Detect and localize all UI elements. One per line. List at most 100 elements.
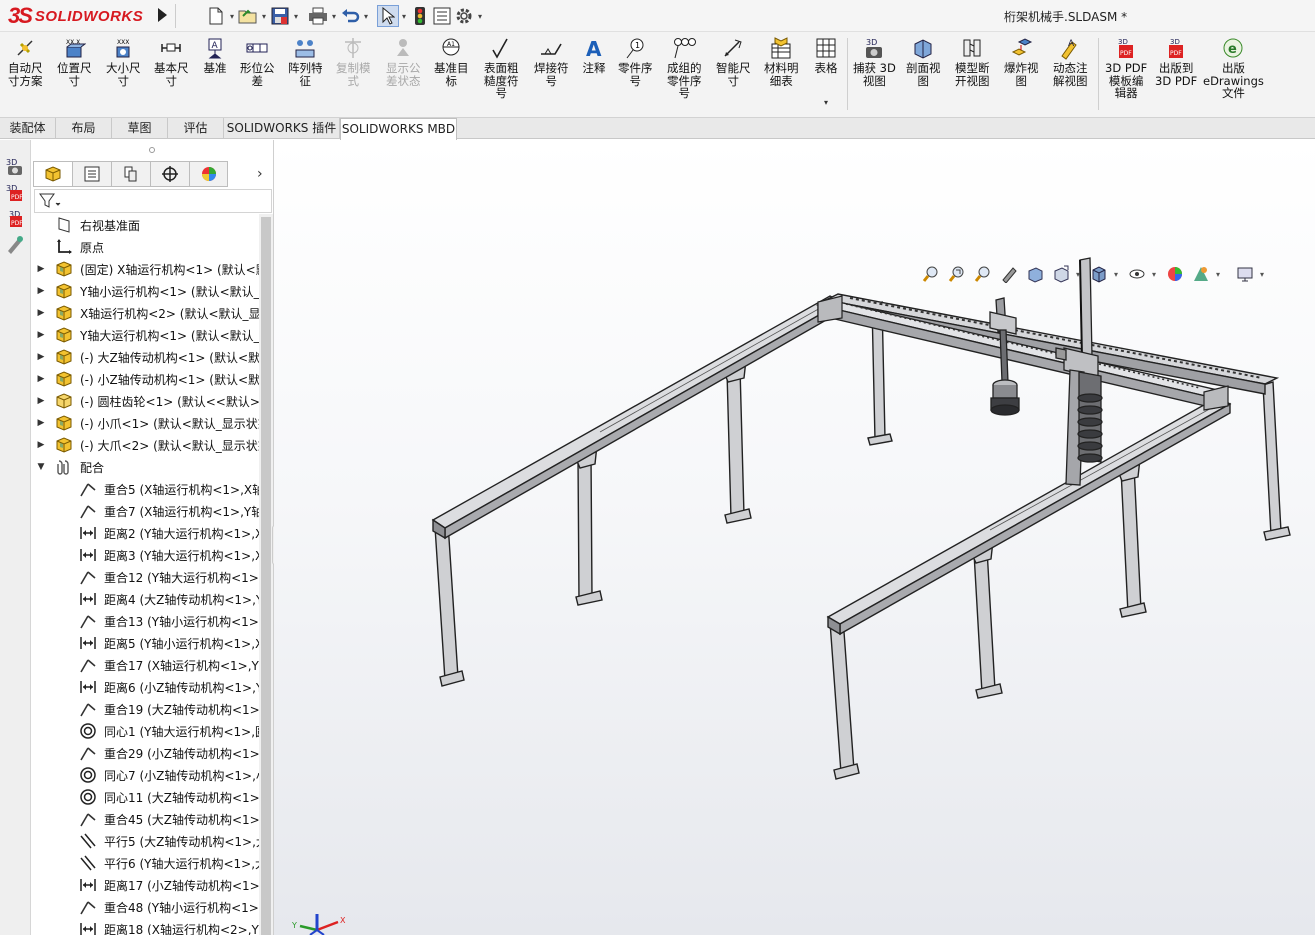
new-icon[interactable] <box>205 5 227 27</box>
ribbon-cmd-weld-symbol[interactable]: 焊接符 号 <box>534 36 569 87</box>
ribbon-cmd-location-dimension[interactable]: XX.X 位置尺 寸 <box>57 36 92 87</box>
ribbon-cmd-capture-3d-view[interactable]: 3D 捕获 3D 视图 <box>853 36 896 87</box>
print-icon[interactable] <box>307 5 329 27</box>
apply-scene-icon[interactable] <box>1190 264 1212 284</box>
save-icon[interactable] <box>269 5 291 27</box>
new-dropdown-icon[interactable]: ▾ <box>227 12 237 21</box>
table-dropdown-icon[interactable]: ▾ <box>824 98 828 107</box>
mate-item[interactable]: 重合5 (X轴运行机构<1>,X轴 <box>31 478 259 500</box>
featuremanager-tree-icon[interactable] <box>33 161 72 187</box>
expand-arrow-icon[interactable]: ▶ <box>36 418 46 428</box>
3d-pdf-icon[interactable]: 3D PDF <box>4 181 26 203</box>
expand-arrow-icon[interactable]: ▶ <box>36 396 46 406</box>
options-dropdown-icon[interactable]: ▾ <box>475 12 485 21</box>
collapse-arrow-icon[interactable]: ▼ <box>36 462 46 472</box>
property-manager-icon[interactable] <box>72 161 111 187</box>
mate-item[interactable]: 平行5 (大Z轴传动机构<1>,大 <box>31 830 259 852</box>
expand-arrow-icon[interactable]: ▶ <box>36 330 46 340</box>
mate-item[interactable]: 同心1 (Y轴大运行机构<1>,圆 <box>31 720 259 742</box>
select-dropdown-icon[interactable]: ▾ <box>399 12 409 21</box>
mate-item[interactable]: 距离6 (小Z轴传动机构<1>,Y <box>31 676 259 698</box>
hide-show-dropdown-icon[interactable]: ▾ <box>1152 270 1160 279</box>
previous-view-icon[interactable] <box>972 264 994 284</box>
ribbon-cmd-bill-of-materials[interactable]: 材料明 细表 <box>764 36 799 87</box>
ribbon-cmd-publish-3d-pdf[interactable]: 3D PDF 出版到 3D PDF <box>1155 36 1197 87</box>
panel-grip-icon[interactable] <box>149 147 155 153</box>
tree-item[interactable]: ▶ (-) 小Z轴传动机构<1> (默认<默认 <box>31 368 259 390</box>
mate-item[interactable]: 重合17 (X轴运行机构<1>,Y轴 <box>31 654 259 676</box>
3d-view-icon[interactable]: 3D <box>4 155 26 177</box>
mate-item[interactable]: 同心11 (大Z轴传动机构<1>, <box>31 786 259 808</box>
ribbon-cmd-balloon[interactable]: 1 零件序 号 <box>618 36 653 87</box>
ribbon-cmd-basic-dimension[interactable]: 基本尺 寸 <box>154 36 189 87</box>
mate-item[interactable]: 距离18 (X轴运行机构<2>,Y轴 <box>31 918 259 935</box>
edit-appearance-icon[interactable] <box>1164 264 1186 284</box>
ribbon-cmd-smart-dimension[interactable]: 智能尺 寸 <box>716 36 751 87</box>
select-icon[interactable] <box>377 5 399 27</box>
ribbon-cmd-size-dimension[interactable]: XXX 大小尺 寸 <box>106 36 141 87</box>
dimxpert-icon[interactable] <box>4 233 26 255</box>
tree-item[interactable]: ▶ Y轴大运行机构<1> (默认<默认_显 <box>31 324 259 346</box>
view-settings-dropdown-icon[interactable]: ▾ <box>1260 270 1268 279</box>
mate-item[interactable]: 重合12 (Y轴大运行机构<1>, <box>31 566 259 588</box>
expand-arrow-icon[interactable]: ▶ <box>36 440 46 450</box>
tree-item[interactable]: 原点 <box>31 236 259 258</box>
mate-item[interactable]: 重合13 (Y轴小运行机构<1>, <box>31 610 259 632</box>
display-manager-icon[interactable] <box>189 161 228 187</box>
ribbon-cmd-stacked-balloon[interactable]: 成组的 零件序 号 <box>667 36 702 100</box>
ribbon-cmd-edrawings[interactable]: e 出版 eDrawings 文件 <box>1203 36 1264 100</box>
mate-item[interactable]: 重合29 (小Z轴传动机构<1>, <box>31 742 259 764</box>
options-icon[interactable] <box>453 5 475 27</box>
graphics-area[interactable]: ▾ ▾ ▾ ▾ ▾ <box>274 140 1315 935</box>
zoom-to-area-icon[interactable] <box>946 264 968 284</box>
expand-arrow-icon[interactable]: ▶ <box>36 374 46 384</box>
tab-4[interactable]: SOLIDWORKS 插件 <box>224 118 340 139</box>
tree-item[interactable]: ▶ (-) 大Z轴传动机构<1> (默认<默认 <box>31 346 259 368</box>
mate-item[interactable]: 同心7 (小Z轴传动机构<1>,小 <box>31 764 259 786</box>
expand-arrow-icon[interactable]: ▶ <box>36 286 46 296</box>
mate-item[interactable]: 距离4 (大Z轴传动机构<1>,Y <box>31 588 259 610</box>
open-icon[interactable] <box>237 5 259 27</box>
save-dropdown-icon[interactable]: ▾ <box>291 12 301 21</box>
apply-scene-dropdown-icon[interactable]: ▾ <box>1216 270 1224 279</box>
tab-2[interactable]: 草图 <box>112 118 168 139</box>
panel-more-arrow-icon[interactable]: › <box>257 166 263 182</box>
mate-item[interactable]: 距离17 (小Z轴传动机构<1>,Y <box>31 874 259 896</box>
menu-expand-arrow-icon[interactable] <box>158 8 167 22</box>
ribbon-cmd-table[interactable]: 表格 <box>814 36 838 75</box>
ribbon-cmd-dynamic-annotation[interactable]: A 动态注 解视图 <box>1053 36 1088 87</box>
ribbon-cmd-note[interactable]: A 注释 <box>582 36 606 75</box>
ribbon-cmd-datum-target[interactable]: A1 基准目 标 <box>434 36 469 87</box>
tree-item[interactable]: ▶ (-) 小爪<1> (默认<默认_显示状态 <box>31 412 259 434</box>
view-orientation-dropdown-icon[interactable]: ▾ <box>1076 270 1084 279</box>
configuration-manager-icon[interactable] <box>111 161 150 187</box>
tab-3[interactable]: 评估 <box>168 118 224 139</box>
mate-item[interactable]: 平行6 (Y轴大运行机构<1>,大 <box>31 852 259 874</box>
ribbon-cmd-pattern-feature[interactable]: 阵列特 征 <box>288 36 323 87</box>
tree-item[interactable]: ▶ (固定) X轴运行机构<1> (默认<默 <box>31 258 259 280</box>
ribbon-cmd-exploded-view[interactable]: 爆炸视 图 <box>1004 36 1039 87</box>
gantry-model[interactable] <box>274 140 1315 935</box>
expand-arrow-icon[interactable]: ▶ <box>36 352 46 362</box>
tab-0[interactable]: 装配体 <box>0 118 56 139</box>
tree-item[interactable]: ▶ Y轴小运行机构<1> (默认<默认_显 <box>31 280 259 302</box>
solidworks-logo[interactable]: 3S SOLIDWORKS <box>8 3 143 29</box>
zoom-to-fit-icon[interactable] <box>920 264 942 284</box>
ribbon-cmd-surface-finish[interactable]: 表面粗 糙度符 号 <box>484 36 519 100</box>
mate-item[interactable]: 重合48 (Y轴小运行机构<1>, <box>31 896 259 918</box>
mate-item[interactable]: 重合7 (X轴运行机构<1>,Y轴 <box>31 500 259 522</box>
mate-item[interactable]: 重合19 (大Z轴传动机构<1>, <box>31 698 259 720</box>
tree-item[interactable]: ▶ (-) 大爪<2> (默认<默认_显示状态 <box>31 434 259 456</box>
tree-item[interactable]: ▼ 配合 <box>31 456 259 478</box>
file-properties-icon[interactable] <box>431 5 453 27</box>
dynamic-annotation-toggle-icon[interactable] <box>1024 264 1046 284</box>
mate-item[interactable]: 距离2 (Y轴大运行机构<1>,X <box>31 522 259 544</box>
expand-arrow-icon[interactable]: ▶ <box>36 308 46 318</box>
filter-icon[interactable] <box>39 193 61 209</box>
mate-item[interactable]: 重合45 (大Z轴传动机构<1>, <box>31 808 259 830</box>
display-style-icon[interactable] <box>1088 264 1110 284</box>
tree-filter[interactable] <box>34 189 272 213</box>
undo-icon[interactable] <box>339 5 361 27</box>
tab-5[interactable]: SOLIDWORKS MBD <box>340 118 457 140</box>
tree-item[interactable]: 右视基准面 <box>31 214 259 236</box>
